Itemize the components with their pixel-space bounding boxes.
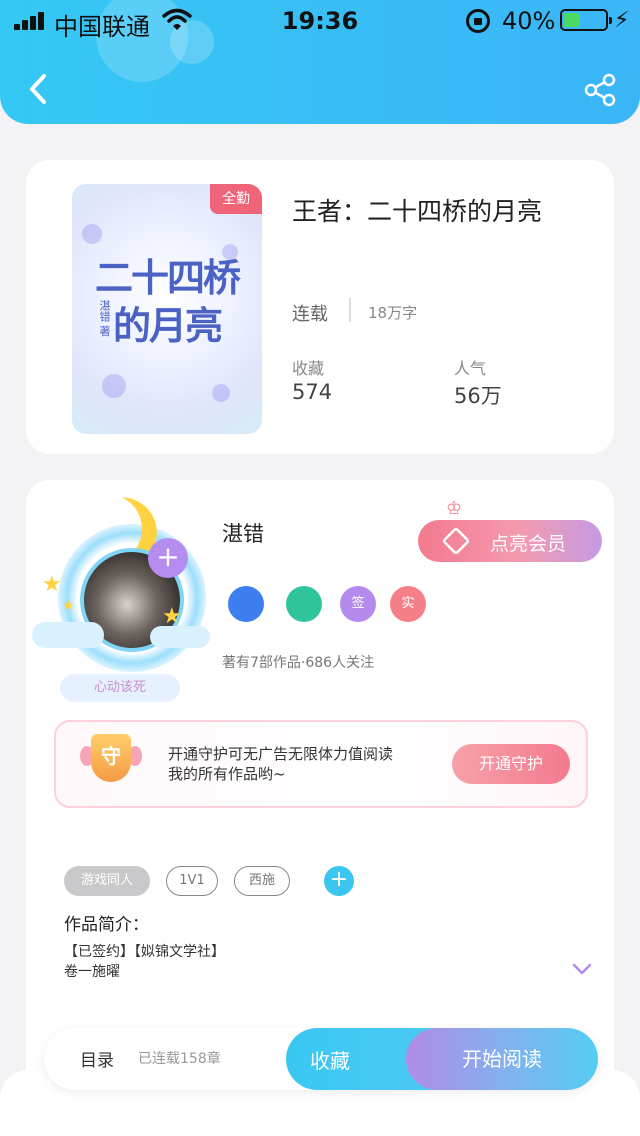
start-reading-button[interactable]: 开始阅读 xyxy=(406,1028,598,1090)
cover-author: 湛错 著 xyxy=(98,300,111,337)
collect-button-label: 收藏 xyxy=(310,1049,350,1073)
rotation-lock-icon xyxy=(466,9,490,33)
intro-text: 【已签约】【姒锦文学社】 卷一施曜 xyxy=(64,944,225,980)
author-works-info: 著有7部作品·686人关注 xyxy=(222,655,375,671)
battery-fill xyxy=(564,13,580,27)
star-icon: ★ xyxy=(162,604,182,629)
stat-value-popularity: 56万 xyxy=(454,384,502,408)
book-cover[interactable]: 全勤 二十四桥的月亮 湛错 著 xyxy=(72,184,262,434)
guard-promo-box: 守 开通守护可无广告无限体力值阅读 我的所有作品哟~ 开通守护 xyxy=(54,720,588,808)
cloud-icon xyxy=(32,622,104,648)
vip-button-label: 点亮会员 xyxy=(490,533,567,555)
chevron-down-icon[interactable] xyxy=(572,962,592,976)
header: 中国联通 19:36 40% ⚡ xyxy=(0,0,640,124)
back-button[interactable] xyxy=(20,66,60,112)
activate-vip-button[interactable]: 点亮会员 xyxy=(418,520,602,562)
full-attendance-badge: 全勤 xyxy=(210,184,262,214)
stat-value-favorites: 574 xyxy=(292,380,333,404)
book-info-card: 全勤 二十四桥的月亮 湛错 著 王者：二十四桥的月亮 连载 18万字 收藏 57… xyxy=(26,160,614,454)
shield-icon: 守 xyxy=(80,734,142,794)
tag-xishi[interactable]: 西施 xyxy=(234,866,290,896)
toc-button[interactable]: 目录 xyxy=(80,1046,114,1071)
cover-decor xyxy=(82,224,102,244)
cover-decor xyxy=(212,384,230,402)
author-avatar-frame: ★ ★ ★ + 心动该死 xyxy=(32,494,222,704)
shield-label: 守 xyxy=(101,744,121,768)
cloud-icon xyxy=(150,626,210,648)
bottom-action-bar: 目录 已连载158章 收藏 开始阅读 xyxy=(44,1028,598,1090)
author-card: ★ ★ ★ + 心动该死 湛错 ♔ 点亮会员 签 实 著有7部作品·686人关注… xyxy=(26,480,614,1100)
book-title: 王者：二十四桥的月亮 xyxy=(292,197,543,226)
stat-label-popularity: 人气 xyxy=(454,359,487,378)
tag-game-fanfic[interactable]: 游戏同人 xyxy=(64,866,150,896)
guard-promo-text: 开通守护可无广告无限体力值阅读 我的所有作品哟~ xyxy=(168,745,394,783)
author-name[interactable]: 湛错 xyxy=(222,518,264,548)
divider xyxy=(349,298,351,322)
intro-title: 作品简介： xyxy=(64,915,149,935)
avatar-tag: 心动该死 xyxy=(60,674,180,702)
star-icon: ★ xyxy=(42,572,62,597)
status-bar: 中国联通 19:36 40% ⚡ xyxy=(0,0,640,42)
open-guard-button[interactable]: 开通守护 xyxy=(452,744,570,784)
follow-author-button[interactable]: + xyxy=(148,538,188,578)
battery-icon xyxy=(560,9,612,31)
star-icon: ★ xyxy=(62,598,75,614)
chapter-count: 已连载158章 xyxy=(138,1051,221,1067)
serial-status: 连载 xyxy=(292,304,328,325)
crown-icon: ♔ xyxy=(446,498,463,519)
share-button[interactable] xyxy=(582,72,618,108)
verified-badge-icon[interactable]: 实 xyxy=(390,586,426,622)
stat-label-favorites: 收藏 xyxy=(292,359,325,378)
charging-icon: ⚡ xyxy=(614,8,630,33)
add-tag-button[interactable]: + xyxy=(324,866,354,896)
battery-percent: 40% xyxy=(502,7,556,35)
tag-1v1[interactable]: 1V1 xyxy=(166,866,218,896)
cover-decor xyxy=(102,374,126,398)
word-count: 18万字 xyxy=(368,304,418,322)
moon-medal-icon[interactable] xyxy=(228,586,264,622)
leaf-medal-icon[interactable] xyxy=(286,586,322,622)
diamond-icon xyxy=(441,526,471,556)
sign-badge-icon[interactable]: 签 xyxy=(340,586,376,622)
